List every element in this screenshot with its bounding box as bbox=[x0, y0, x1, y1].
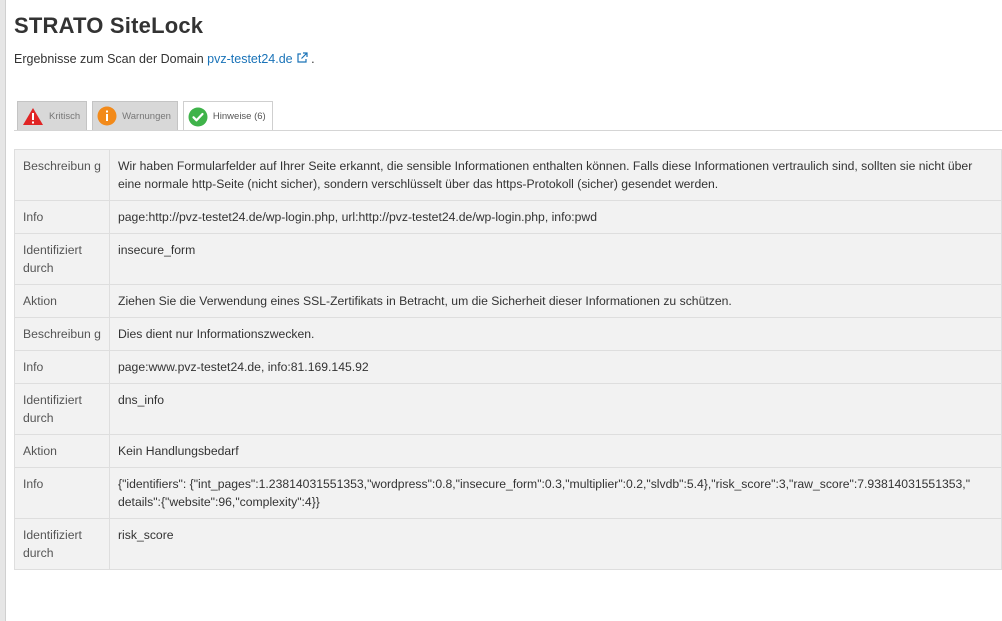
severity-tabs: Kritisch Warnungen Hinweise (6) bbox=[17, 101, 273, 131]
row-label: Beschreibun g bbox=[14, 149, 110, 201]
row-label: Aktion bbox=[14, 284, 110, 318]
row-value: page:www.pvz-testet24.de, info:81.169.14… bbox=[109, 350, 1002, 384]
domain-link[interactable]: pvz-testet24.de bbox=[207, 52, 308, 66]
table-row: Aktion Kein Handlungsbedarf bbox=[14, 434, 1002, 468]
row-label: Identifiziert durch bbox=[14, 233, 110, 285]
scan-subtitle: Ergebnisse zum Scan der Domain pvz-teste… bbox=[14, 52, 315, 66]
row-label: Info bbox=[14, 467, 110, 519]
table-row: Aktion Ziehen Sie die Verwendung eines S… bbox=[14, 284, 1002, 318]
tab-kritisch-label: Kritisch bbox=[49, 110, 81, 122]
row-label: Identifiziert durch bbox=[14, 518, 110, 570]
subtitle-suffix: . bbox=[307, 52, 315, 66]
check-circle-icon bbox=[188, 107, 208, 126]
tab-warnungen-label: Warnungen bbox=[122, 110, 171, 122]
tab-divider bbox=[14, 130, 1002, 131]
info-circle-icon bbox=[97, 106, 117, 126]
row-value: insecure_form bbox=[109, 233, 1002, 285]
table-row: Beschreibun g Wir haben Formularfelder a… bbox=[14, 149, 1002, 201]
row-value: risk_score bbox=[109, 518, 1002, 570]
table-row: Identifiziert durch dns_info bbox=[14, 383, 1002, 435]
tab-kritisch[interactable]: Kritisch bbox=[17, 101, 88, 130]
table-row: Info page:http://pvz-testet24.de/wp-logi… bbox=[14, 200, 1002, 234]
left-border bbox=[0, 0, 6, 621]
subtitle-prefix: Ergebnisse zum Scan der Domain bbox=[14, 52, 208, 66]
row-value: {"identifiers": {"int_pages":1.238140315… bbox=[109, 467, 1002, 519]
row-label: Info bbox=[14, 350, 110, 384]
row-label: Aktion bbox=[14, 434, 110, 468]
external-link-icon bbox=[297, 52, 308, 63]
row-value: Ziehen Sie die Verwendung eines SSL-Zert… bbox=[109, 284, 1002, 318]
row-value: Dies dient nur Informationszwecken. bbox=[109, 317, 1002, 351]
tab-hinweise-label: Hinweise (6) bbox=[212, 111, 266, 122]
page-title: STRATO SiteLock bbox=[14, 13, 204, 38]
table-row: Beschreibun g Dies dient nur Information… bbox=[14, 317, 1002, 351]
warning-triangle-icon bbox=[23, 107, 43, 125]
row-value: Kein Handlungsbedarf bbox=[109, 434, 1002, 468]
row-label: Beschreibun g bbox=[14, 317, 110, 351]
table-row: Identifiziert durch insecure_form bbox=[14, 233, 1002, 285]
domain-link-label: pvz-testet24.de bbox=[207, 52, 293, 66]
tab-hinweise[interactable]: Hinweise (6) bbox=[182, 101, 273, 131]
row-value: page:http://pvz-testet24.de/wp-login.php… bbox=[109, 200, 1002, 234]
table-row: Info {"identifiers": {"int_pages":1.2381… bbox=[14, 467, 1002, 519]
table-row: Identifiziert durch risk_score bbox=[14, 518, 1002, 570]
row-value: dns_info bbox=[109, 383, 1002, 435]
table-row: Info page:www.pvz-testet24.de, info:81.1… bbox=[14, 350, 1002, 384]
row-value: Wir haben Formularfelder auf Ihrer Seite… bbox=[109, 149, 1002, 201]
row-label: Identifiziert durch bbox=[14, 383, 110, 435]
row-label: Info bbox=[14, 200, 110, 234]
tab-warnungen[interactable]: Warnungen bbox=[92, 101, 178, 130]
results-table: Beschreibun g Wir haben Formularfelder a… bbox=[14, 149, 1002, 570]
